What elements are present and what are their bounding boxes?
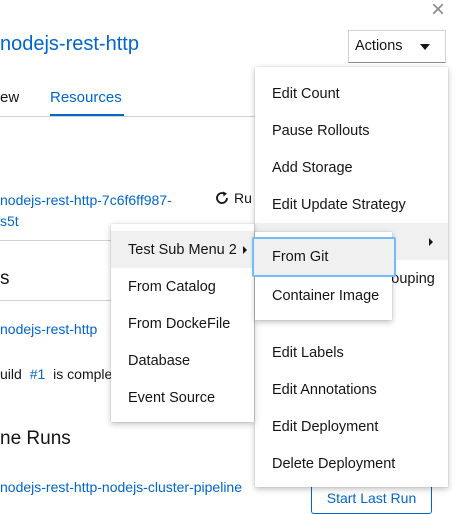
submenu-item-from-catalog[interactable]: From Catalog (111, 268, 254, 305)
menu-item-label: Edit Count (272, 85, 340, 102)
submenu-item-from-dockefile[interactable]: From DockeFile (111, 305, 254, 342)
menu-item-delete-deployment[interactable]: Delete Deployment (255, 445, 448, 482)
build-status: uild #1 is complete (0, 366, 124, 382)
submenu-item-event-source[interactable]: Event Source (111, 379, 254, 416)
menu-item-add-storage[interactable]: Add Storage (255, 149, 448, 186)
panel-title: nodejs-rest-http (0, 33, 139, 55)
menu-item-label: Edit Annotations (272, 381, 377, 398)
menu-item-edit-labels[interactable]: Edit Labels (255, 334, 448, 371)
caret-down-icon (420, 44, 430, 50)
submenu-item-container-image[interactable]: Container Image (255, 277, 392, 314)
submenu-item-test-sub-menu-2[interactable]: Test Sub Menu 2 (111, 231, 254, 268)
submenu-item-label: Test Sub Menu 2 (128, 241, 237, 258)
submenu-item-label: Database (128, 352, 191, 369)
menu-item-label: Edit Labels (272, 344, 344, 361)
pod-status-text: Ru (234, 190, 252, 206)
submenu-item-label: From Git (272, 249, 329, 265)
submenu-item-label: Container Image (272, 287, 380, 304)
build-config-link[interactable]: nodejs-rest-http (0, 321, 97, 337)
actions-label: Actions (355, 38, 403, 54)
sync-icon (216, 191, 228, 204)
submenu-item-from-git[interactable]: From Git (252, 237, 396, 277)
menu-item-label: Delete Deployment (272, 455, 396, 472)
menu-item-label: Add Storage (272, 159, 353, 176)
menu-item-label: Edit Deployment (272, 418, 379, 435)
menu-item-label: Pause Rollouts (272, 122, 370, 139)
tabs-divider (0, 116, 260, 117)
build-status-prefix: uild (0, 366, 22, 382)
submenu-item-label: Event Source (128, 389, 216, 406)
pipeline-link[interactable]: nodejs-rest-http-nodejs-cluster-pipeline (0, 479, 242, 495)
menu-item-label: Edit Update Strategy (272, 196, 406, 213)
tab-resources[interactable]: Resources (50, 89, 122, 106)
submenu-item-label: From DockeFile (128, 315, 231, 332)
builds-heading: s (0, 268, 10, 289)
close-icon[interactable]: × (431, 0, 445, 22)
tab-overview[interactable]: ew (0, 89, 19, 106)
builds-divider (0, 300, 112, 301)
pod-name-line1: nodejs-rest-http-7c6f6ff987- (0, 192, 172, 208)
menu-item-edit-update-strategy[interactable]: Edit Update Strategy (255, 186, 448, 223)
menu-item-edit-annotations[interactable]: Edit Annotations (255, 371, 448, 408)
chevron-right-icon (429, 237, 433, 246)
actions-dropdown-button[interactable]: Actions (348, 30, 446, 63)
menu-item-edit-count[interactable]: Edit Count (255, 75, 448, 112)
right-submenu: From Git Container Image (252, 232, 396, 320)
build-number-link[interactable]: #1 (30, 366, 46, 382)
submenu-item-label: From Catalog (128, 278, 216, 295)
left-submenu: Test Sub Menu 2 From Catalog From DockeF… (111, 224, 254, 422)
menu-item-pause-rollouts[interactable]: Pause Rollouts (255, 112, 448, 149)
submenu-item-database[interactable]: Database (111, 342, 254, 379)
chevron-right-icon (243, 245, 247, 254)
pipeline-runs-heading: ne Runs (0, 428, 71, 449)
menu-item-edit-deployment[interactable]: Edit Deployment (255, 408, 448, 445)
